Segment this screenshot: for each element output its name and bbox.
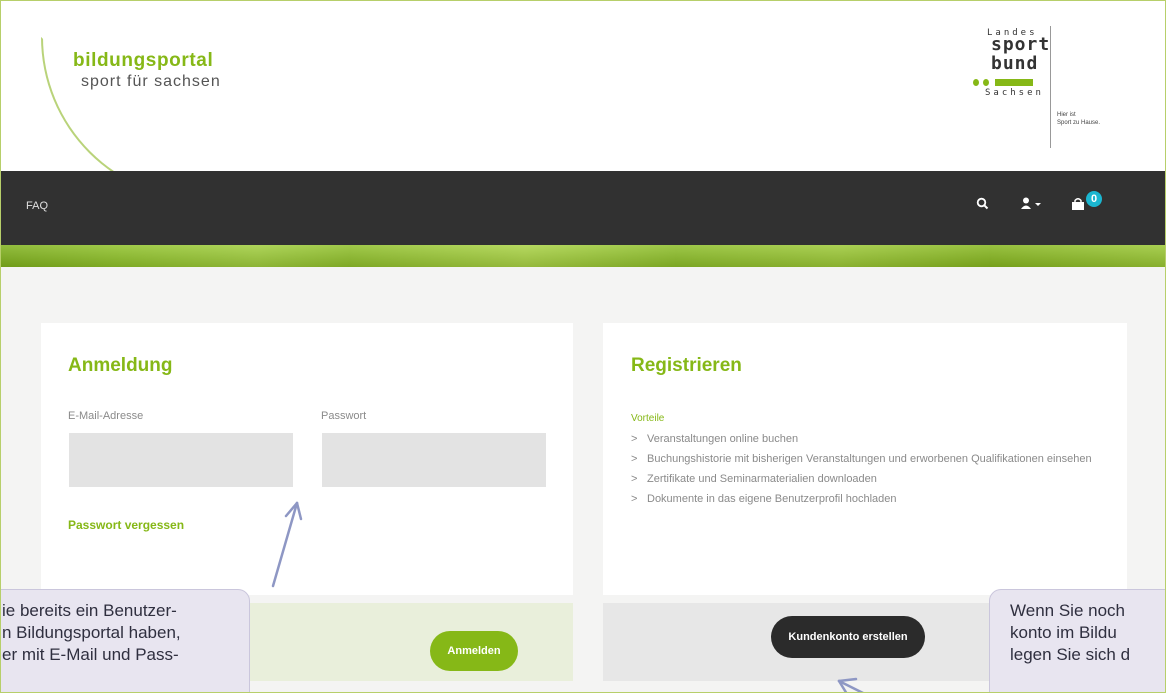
search-icon[interactable] [976, 197, 990, 215]
list-item: > Veranstaltungen online buchen [631, 431, 1111, 448]
login-title: Anmeldung [68, 355, 173, 376]
partner-logo-line3: bund [991, 53, 1039, 74]
site-header: bildungsportal sport für sachsen Landes … [1, 1, 1165, 201]
logo-title[interactable]: bildungsportal [73, 50, 213, 72]
benefits-list: > Veranstaltungen online buchen > Buchungs… [631, 431, 1111, 511]
callout-left: ie bereits ein Benutzer- n Bildungsporta… [1, 589, 250, 692]
list-item: > Zertifikate und Seminarmaterialien down… [631, 471, 1111, 488]
login-panel: Anmeldung E-Mail-Adresse Passwort Passwo… [41, 323, 573, 595]
page-frame: bildungsportal sport für sachsen Landes … [0, 0, 1166, 693]
partner-logo-divider [1050, 26, 1051, 148]
partner-logo-slogan: Hier ist Sport zu Hause. [1057, 112, 1101, 126]
password-label: Passwort [321, 410, 367, 422]
chevron-right-icon: > [631, 493, 638, 505]
partner-logo-line2: sport [991, 34, 1051, 55]
chevron-right-icon: > [631, 433, 638, 445]
password-field[interactable] [322, 433, 546, 487]
nav-faq-link[interactable]: FAQ [26, 200, 48, 212]
login-button[interactable]: Anmelden [430, 631, 518, 671]
cart-icon[interactable]: 0 [1071, 191, 1102, 215]
callout-left-text: ie bereits ein Benutzer- n Bildungsporta… [2, 601, 181, 664]
list-item: > Dokumente in das eigene Benutzerprofil … [631, 491, 1111, 508]
benefit-text: Veranstaltungen online buchen [647, 433, 799, 445]
chevron-right-icon: > [631, 473, 638, 485]
list-item: > Buchungshistorie mit bisherigen Veranst… [631, 451, 1111, 468]
register-title: Registrieren [631, 355, 742, 376]
email-field[interactable] [69, 433, 293, 487]
create-account-button[interactable]: Kundenkonto erstellen [771, 616, 925, 658]
register-panel: Registrieren Vorteile > Veranstaltungen o… [603, 323, 1127, 595]
benefit-text: Dokumente in das eigene Benutzerprofil h… [647, 493, 897, 505]
partner-logo[interactable]: Landes sport bund Sachsen Hier ist Sport… [971, 26, 1165, 151]
benefit-text: Buchungshistorie mit bisherigen Veransta… [647, 453, 1092, 465]
email-label: E-Mail-Adresse [68, 410, 144, 422]
forgot-password-link[interactable]: Passwort vergessen [68, 518, 184, 532]
green-banner-strip [1, 245, 1165, 267]
callout-right: Wenn Sie noch konto im Bildu legen Sie s… [989, 589, 1165, 692]
benefit-text: Zertifikate und Seminarmaterialien downl… [647, 473, 877, 485]
partner-logo-line4: Sachsen [985, 88, 1044, 98]
user-dropdown-icon[interactable] [1021, 197, 1045, 215]
chevron-right-icon: > [631, 453, 638, 465]
callout-right-text: Wenn Sie noch konto im Bildu legen Sie s… [1010, 601, 1131, 664]
cart-count-badge: 0 [1086, 191, 1102, 207]
logo-subtitle[interactable]: sport für sachsen [81, 73, 221, 91]
main-navbar: FAQ 0 [1, 171, 1165, 245]
partner-logo-bars [973, 79, 1033, 87]
register-subtitle: Vorteile [631, 413, 665, 424]
